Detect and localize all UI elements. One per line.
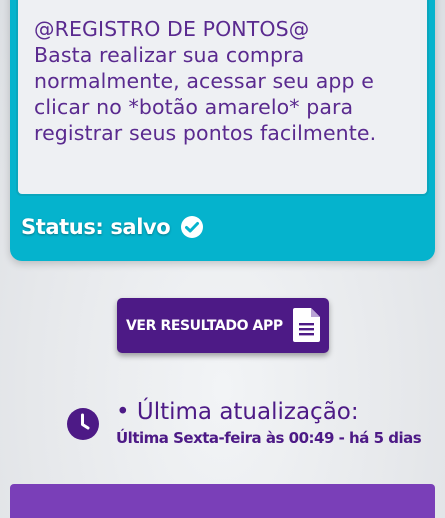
message-line: Basta realizar sua compra	[34, 43, 305, 67]
bottom-bar	[10, 484, 435, 518]
app-frame: @REGISTRO DE PONTOS@ Basta realizar sua …	[0, 0, 445, 518]
check-circle-icon	[180, 215, 204, 239]
message-line: clicar no *botão amarelo* para	[34, 95, 354, 119]
status-row: Status: salvo	[21, 212, 204, 242]
last-update-title: • Última atualização:	[116, 399, 359, 425]
message-box: @REGISTRO DE PONTOS@ Basta realizar sua …	[16, 0, 429, 196]
status-label: Status: salvo	[21, 215, 171, 239]
view-result-button-label: VER RESULTADO APP	[126, 317, 283, 334]
message-line: @REGISTRO DE PONTOS@	[34, 17, 310, 41]
message-text: @REGISTRO DE PONTOS@ Basta realizar sua …	[34, 16, 424, 146]
document-icon	[293, 308, 320, 342]
clock-icon	[66, 407, 100, 441]
last-update-detail: Última Sexta-feira às 00:49 - há 5 dias	[116, 429, 422, 447]
message-line: normalmente, acessar seu app e	[34, 69, 374, 93]
view-result-button[interactable]: VER RESULTADO APP	[117, 298, 329, 353]
message-line: registrar seus pontos facilmente.	[34, 121, 377, 145]
